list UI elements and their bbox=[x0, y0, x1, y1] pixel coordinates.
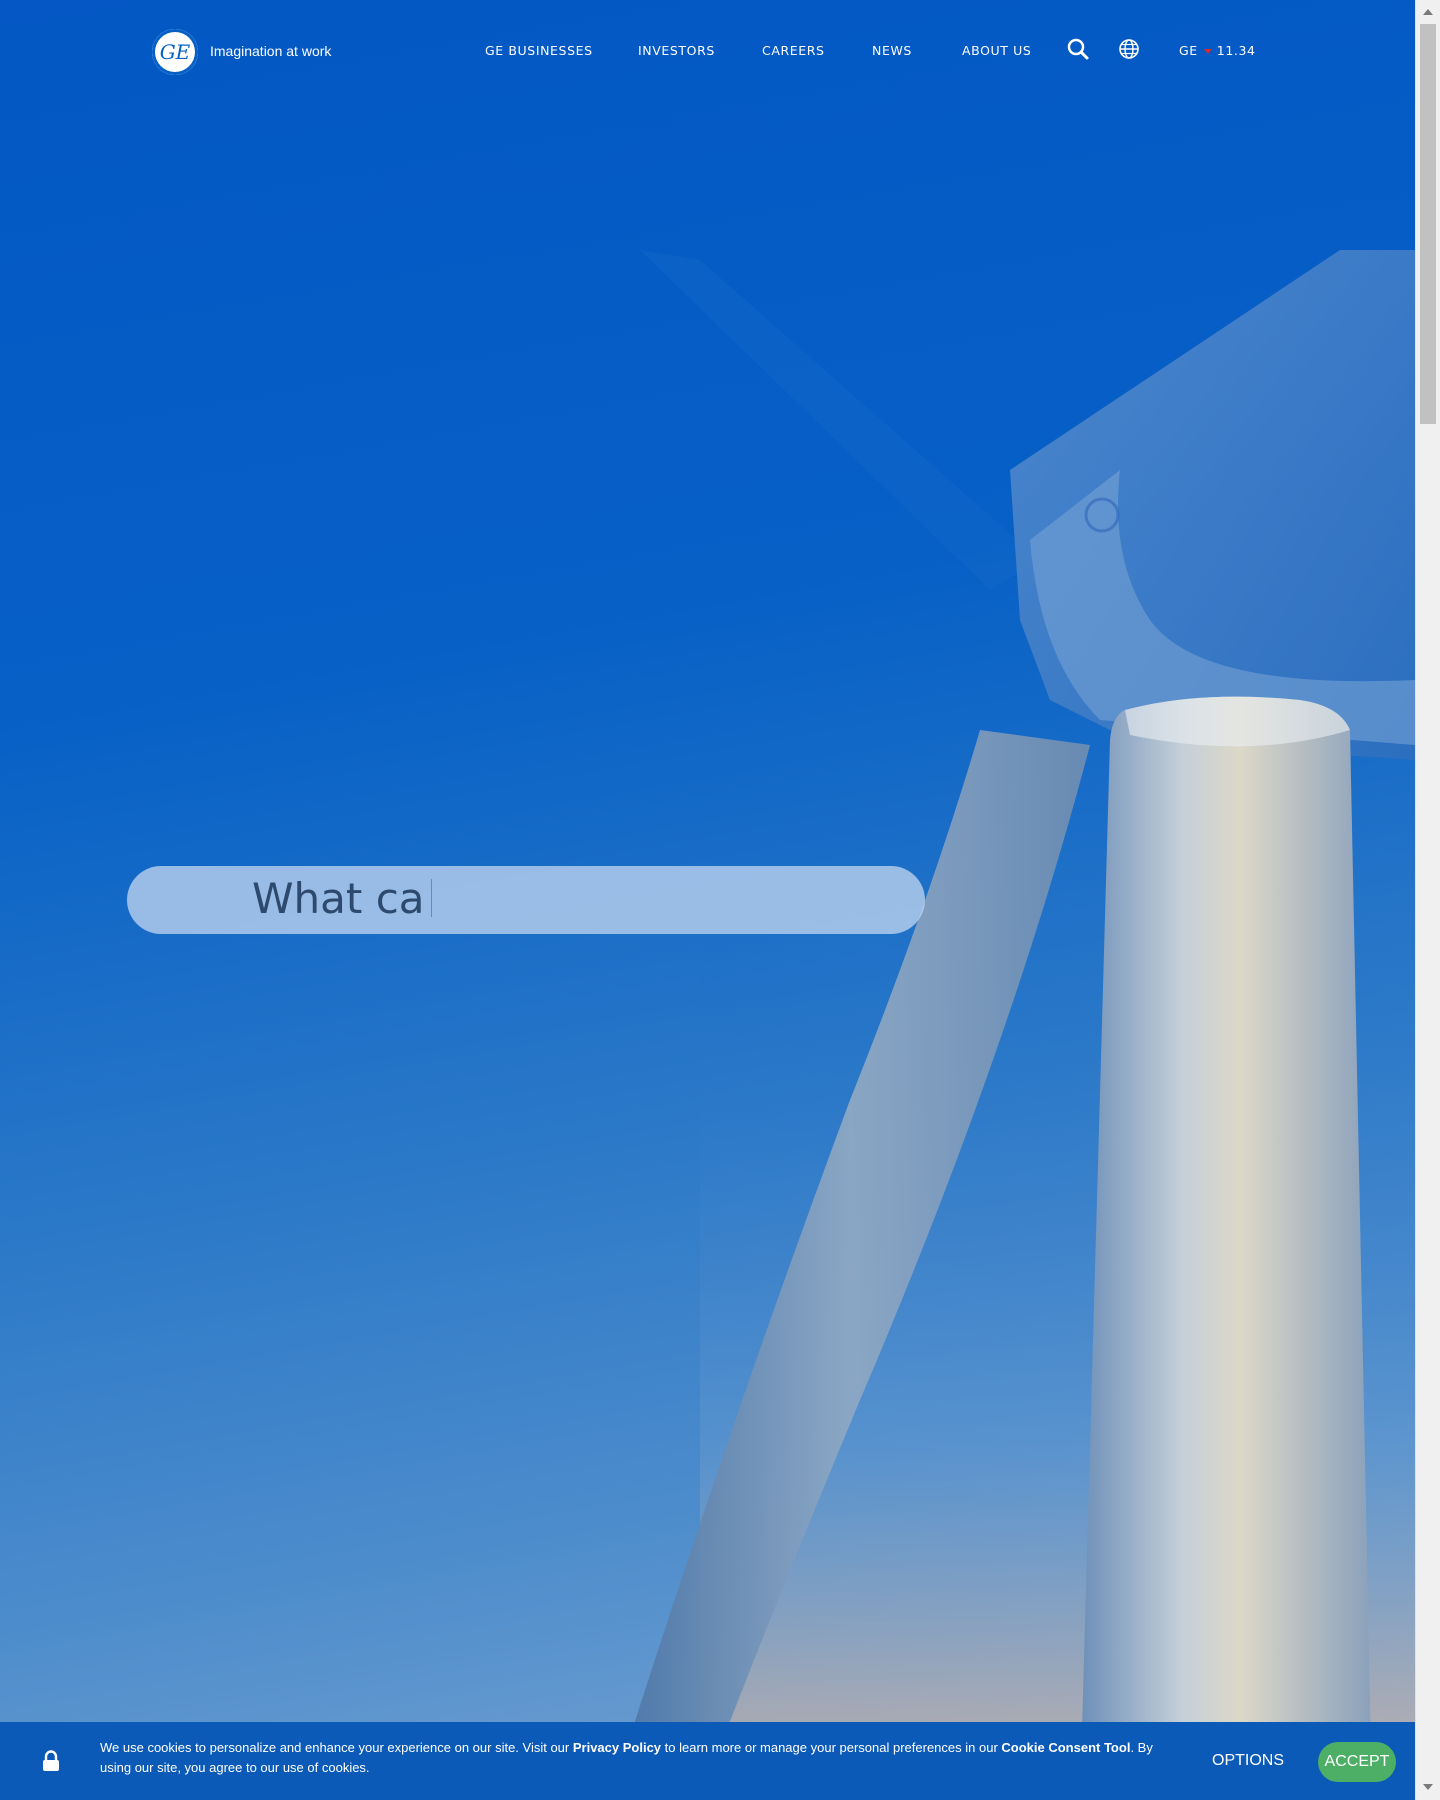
ge-monogram-icon[interactable]: GE bbox=[152, 29, 198, 75]
nav-ge-businesses[interactable]: GE BUSINESSES bbox=[485, 43, 593, 59]
search-icon[interactable] bbox=[1066, 37, 1090, 61]
cookie-banner: We use cookies to personalize and enhanc… bbox=[0, 1722, 1415, 1800]
scroll-thumb[interactable] bbox=[1420, 24, 1436, 424]
svg-text:GE: GE bbox=[160, 40, 191, 64]
privacy-policy-link[interactable]: Privacy Policy bbox=[573, 1740, 661, 1755]
hero-search-typing: What ca bbox=[252, 874, 432, 924]
globe-icon[interactable] bbox=[1117, 37, 1141, 61]
scroll-down-arrow-icon[interactable] bbox=[1423, 1784, 1433, 1790]
nav-investors[interactable]: INVESTORS bbox=[638, 43, 715, 59]
cookie-consent-tool-link[interactable]: Cookie Consent Tool bbox=[1001, 1740, 1130, 1755]
lock-icon bbox=[42, 1750, 60, 1772]
cookie-options-button[interactable]: OPTIONS bbox=[1212, 1751, 1284, 1771]
cookie-accept-button[interactable]: ACCEPT bbox=[1318, 1742, 1396, 1782]
down-arrow-icon bbox=[1203, 48, 1212, 54]
ticker-value: 11.34 bbox=[1216, 43, 1256, 58]
page: GE Imagination at work GE BUSINESSES INV… bbox=[0, 0, 1440, 1800]
cookie-text-start: We use cookies to personalize and enhanc… bbox=[100, 1740, 573, 1755]
stock-ticker[interactable]: GE 11.34 bbox=[1179, 43, 1256, 59]
nav-careers[interactable]: CAREERS bbox=[762, 43, 825, 59]
site-header: GE Imagination at work GE BUSINESSES INV… bbox=[0, 0, 1415, 100]
cookie-message: We use cookies to personalize and enhanc… bbox=[100, 1738, 1160, 1778]
hero-search-text: What ca bbox=[252, 874, 425, 923]
scroll-up-arrow-icon[interactable] bbox=[1423, 9, 1433, 15]
ticker-symbol: GE bbox=[1179, 43, 1198, 58]
nav-about-us[interactable]: ABOUT US bbox=[962, 43, 1031, 59]
vertical-scrollbar[interactable] bbox=[1415, 0, 1440, 1800]
nav-news[interactable]: NEWS bbox=[872, 43, 912, 59]
brand-tagline: Imagination at work bbox=[210, 43, 332, 59]
cookie-text-middle: to learn more or manage your personal pr… bbox=[661, 1740, 1002, 1755]
hero-search-box[interactable]: What ca bbox=[127, 866, 925, 934]
text-caret bbox=[430, 879, 432, 917]
